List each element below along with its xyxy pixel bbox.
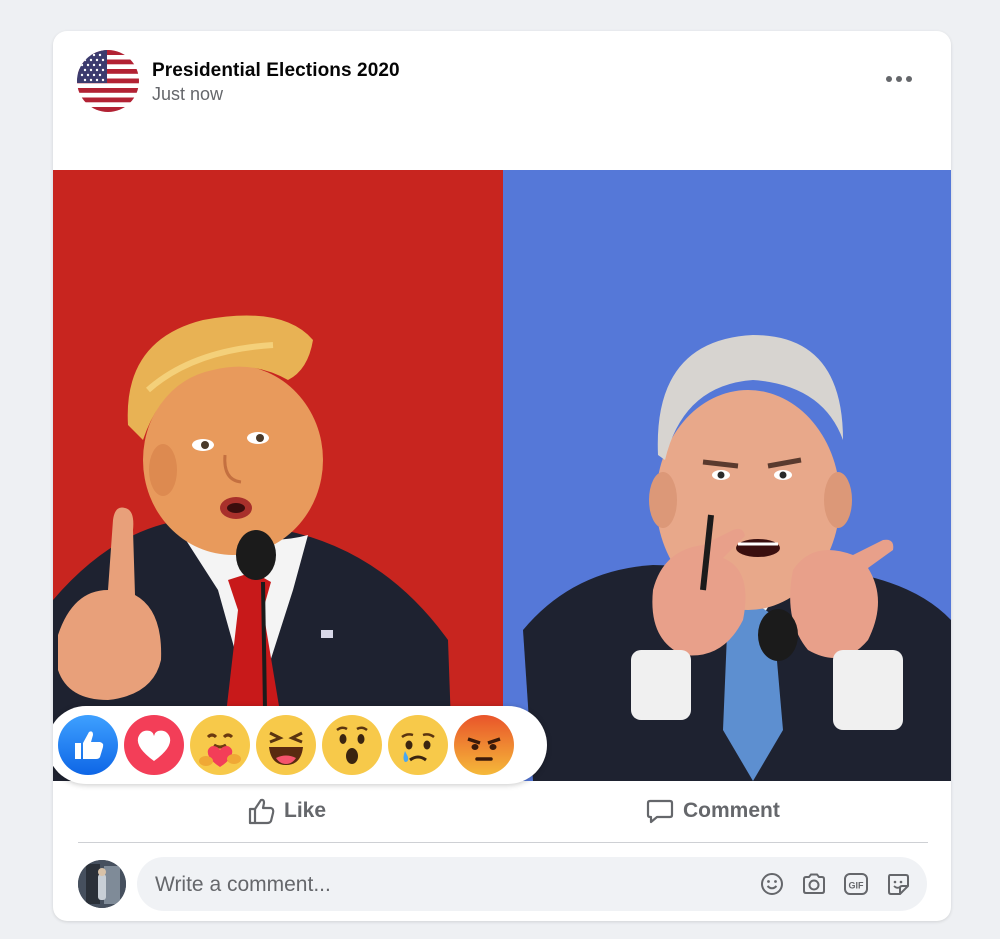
camera-button[interactable] — [801, 871, 827, 897]
reactions-picker — [53, 706, 547, 784]
wow-reaction-icon — [322, 715, 382, 775]
post-timestamp[interactable]: Just now — [152, 84, 223, 105]
love-reaction-button[interactable] — [124, 715, 184, 775]
like-button-label: Like — [284, 799, 327, 822]
angry-reaction-icon — [454, 715, 514, 775]
haha-reaction-button[interactable] — [256, 715, 316, 775]
user-photo — [78, 860, 126, 908]
post-card: Presidential Elections 2020 Just now Lik… — [53, 31, 951, 921]
comment-button[interactable]: Comment — [645, 793, 780, 829]
sad-reaction-button[interactable] — [388, 715, 448, 775]
post-image[interactable] — [53, 170, 951, 781]
user-avatar[interactable] — [78, 860, 126, 908]
love-reaction-icon — [124, 715, 184, 775]
comment-button-label: Comment — [683, 799, 780, 822]
post-header: Presidential Elections 2020 Just now — [53, 31, 951, 170]
camera-icon — [803, 873, 825, 894]
comment-composer: GIF — [53, 843, 951, 921]
sad-reaction-icon — [388, 715, 448, 775]
gif-button[interactable]: GIF — [843, 871, 869, 897]
care-reaction-icon — [190, 715, 250, 775]
sticker-button[interactable] — [885, 871, 911, 897]
more-dot-icon — [886, 76, 892, 82]
more-dot-icon — [906, 76, 912, 82]
like-reaction-button[interactable] — [58, 715, 118, 775]
wow-reaction-button[interactable] — [322, 715, 382, 775]
post-actions: Like Comment — [53, 781, 951, 841]
debate-illustration — [53, 170, 951, 781]
emoji-icon — [761, 873, 783, 895]
more-options-button[interactable] — [881, 61, 917, 97]
comment-bubble-icon — [646, 799, 674, 824]
like-button[interactable]: Like — [246, 793, 326, 829]
page-name[interactable]: Presidential Elections 2020 — [152, 60, 400, 82]
comment-box: GIF — [137, 857, 927, 913]
emoji-button[interactable] — [759, 871, 785, 897]
us-flag-icon — [77, 50, 139, 112]
sticker-icon — [888, 874, 909, 895]
haha-reaction-icon — [256, 715, 316, 775]
comment-input[interactable] — [153, 857, 737, 913]
angry-reaction-button[interactable] — [454, 715, 514, 775]
gif-icon: GIF — [844, 873, 868, 895]
care-reaction-button[interactable] — [190, 715, 250, 775]
more-dot-icon — [896, 76, 902, 82]
like-reaction-icon — [58, 715, 118, 775]
thumbs-up-icon — [248, 798, 275, 825]
page-avatar[interactable] — [77, 50, 139, 112]
svg-text:GIF: GIF — [849, 881, 865, 891]
